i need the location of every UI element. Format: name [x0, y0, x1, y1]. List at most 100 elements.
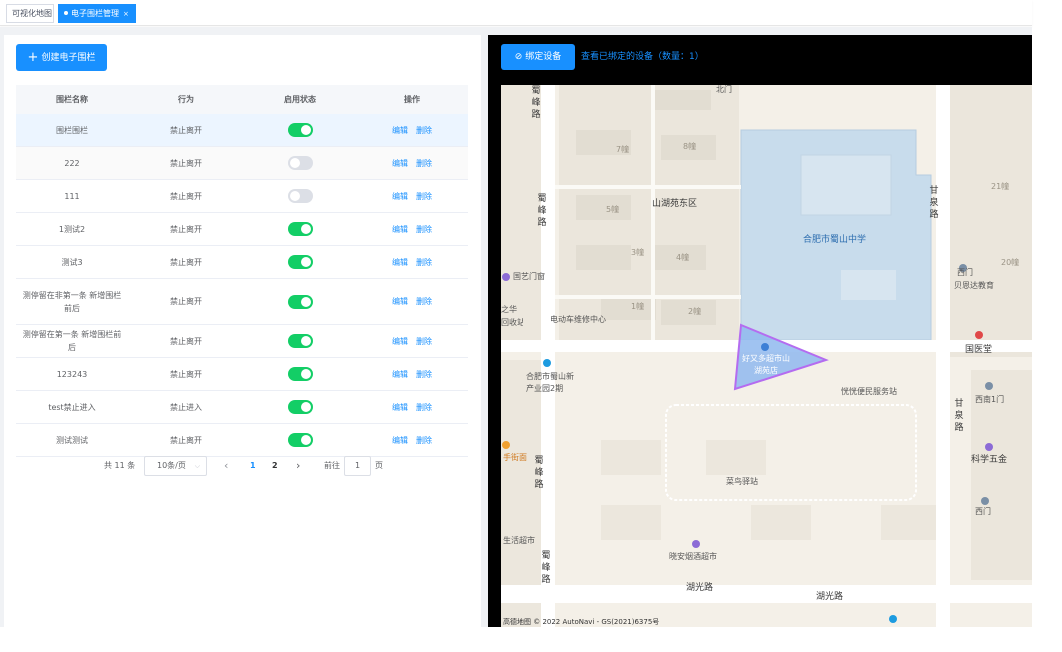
tab-label: 可视化地图	[12, 9, 52, 18]
enable-switch[interactable]	[287, 334, 313, 348]
delete-link[interactable]: 删除	[416, 124, 432, 137]
table-row[interactable]: 111 禁止离开 编辑 删除	[16, 180, 468, 213]
map-label-b1: 1幢	[631, 302, 645, 311]
map-label-road-shufeng-1: 蜀峰路	[531, 86, 541, 120]
table-row[interactable]: 测试测试 禁止离开 编辑 删除	[16, 424, 468, 457]
map-label-shouhu: 手街面	[503, 453, 527, 462]
operation-cell: 编辑 删除	[356, 213, 468, 245]
enable-switch[interactable]	[287, 400, 313, 414]
tab-fence-management[interactable]: 电子围栏管理 ×	[58, 4, 136, 23]
page-1-button[interactable]: 1	[250, 456, 256, 476]
edit-link[interactable]: 编辑	[392, 335, 408, 348]
column-header-action: 行为	[178, 95, 194, 104]
delete-link[interactable]: 删除	[416, 368, 432, 381]
map-label-west-gate: 西门	[957, 268, 973, 277]
table-row[interactable]: test禁止进入 禁止进入 编辑 删除	[16, 391, 468, 424]
plus-icon: +	[27, 50, 39, 65]
edit-link[interactable]: 编辑	[392, 368, 408, 381]
fence-name: 222	[64, 158, 80, 168]
tab-visual-map[interactable]: 可视化地图	[6, 4, 54, 23]
edit-link[interactable]: 编辑	[392, 256, 408, 269]
map-label-cainiao: 菜鸟驿站	[726, 477, 758, 486]
create-fence-label: 创建电子围栏	[41, 53, 96, 63]
table-row[interactable]: 222 禁止离开 编辑 删除	[16, 147, 468, 180]
fence-name: 123243	[56, 369, 88, 379]
table-row[interactable]: 测停留在第一条 新增围栏前后 禁止离开 编辑 删除	[16, 325, 468, 358]
switch-knob	[300, 296, 311, 307]
map-label-b8: 8幢	[683, 142, 697, 151]
map-view[interactable]: 北门 山湖苑东区 合肥市蜀山中学 7幢 8幢 5幢 3幢 4幢 1幢 2幢 蜀峰…	[501, 85, 1032, 627]
column-header-operation: 操作	[404, 95, 420, 104]
enable-switch[interactable]	[287, 156, 313, 170]
edit-link[interactable]: 编辑	[392, 401, 408, 414]
delete-link[interactable]: 删除	[416, 190, 432, 203]
fence-name: 测停留在非第一条 新增围栏前后	[22, 290, 122, 313]
fence-action: 禁止进入	[170, 402, 202, 412]
map-label-bookstore: 贝恩达教育	[954, 281, 994, 290]
map-panel: ⊘ 绑定设备 查看已绑定的设备（数量：1） 北门 山湖苑东区 合肥市蜀山中学 7…	[488, 35, 1032, 627]
enable-switch[interactable]	[287, 367, 313, 381]
enable-switch[interactable]	[287, 294, 313, 309]
tab-label: 电子围栏管理	[71, 9, 119, 18]
status-cell	[244, 279, 356, 324]
create-fence-button[interactable]: + 创建电子围栏	[16, 44, 107, 71]
table-row[interactable]: 围栏围栏 禁止离开 编辑 删除	[16, 114, 468, 147]
delete-link[interactable]: 删除	[416, 223, 432, 236]
edit-link[interactable]: 编辑	[392, 124, 408, 137]
enable-switch[interactable]	[287, 123, 313, 137]
edit-link[interactable]: 编辑	[392, 223, 408, 236]
map-label-fence-store: 好又多超市山湖苑店	[742, 354, 790, 375]
fence-action: 禁止离开	[170, 369, 202, 379]
switch-knob	[300, 402, 311, 412]
edit-link[interactable]: 编辑	[392, 157, 408, 170]
page-2-button[interactable]: 2	[272, 456, 278, 476]
switch-knob	[300, 125, 311, 135]
delete-link[interactable]: 删除	[416, 401, 432, 414]
operation-cell: 编辑 删除	[356, 279, 468, 324]
status-cell	[244, 114, 356, 146]
fence-action: 禁止离开	[170, 224, 202, 234]
fence-name: 测停留在第一条 新增围栏前后	[22, 330, 122, 352]
map-label-b5: 5幢	[606, 205, 620, 214]
table-row[interactable]: 1测试2 禁止离开 编辑 删除	[16, 213, 468, 246]
prev-page-button[interactable]: ‹	[224, 456, 228, 476]
enable-switch[interactable]	[287, 433, 313, 447]
view-bound-devices-link[interactable]: 查看已绑定的设备（数量：1）	[581, 44, 704, 70]
map-label-community: 山湖苑东区	[652, 199, 698, 209]
map-label-road-huguang-2: 湖光路	[816, 592, 844, 602]
map-label-guoyi: 国艺门窗	[513, 272, 545, 281]
map-label-south-gate2: 西门	[975, 507, 991, 516]
page-size-select[interactable]: 10条/页 ⌵	[144, 456, 207, 476]
delete-link[interactable]: 删除	[416, 256, 432, 269]
delete-link[interactable]: 删除	[416, 335, 432, 348]
delete-link[interactable]: 删除	[416, 157, 432, 170]
table-row[interactable]: 测停留在非第一条 新增围栏前后 禁止离开 编辑 删除	[16, 279, 468, 325]
edit-link[interactable]: 编辑	[392, 295, 408, 308]
operation-cell: 编辑 删除	[356, 325, 468, 357]
delete-link[interactable]: 删除	[416, 434, 432, 447]
table-header: 围栏名称 行为 启用状态 操作	[16, 85, 468, 114]
bind-device-button[interactable]: ⊘ 绑定设备	[501, 44, 575, 70]
table-row[interactable]: 测试3 禁止离开 编辑 删除	[16, 246, 468, 279]
fence-name: test禁止进入	[48, 402, 96, 412]
operation-cell: 编辑 删除	[356, 391, 468, 423]
map-label-service: 恍恍便民服务站	[841, 387, 897, 396]
delete-link[interactable]: 删除	[416, 295, 432, 308]
map-label-road-shufeng-3: 蜀峰路	[534, 456, 544, 490]
fence-name: 1测试2	[58, 224, 86, 234]
page-size-value: 10条/页	[157, 461, 186, 470]
edit-link[interactable]: 编辑	[392, 434, 408, 447]
status-cell	[244, 147, 356, 179]
enable-switch[interactable]	[287, 255, 313, 269]
next-page-button[interactable]: ›	[296, 456, 300, 476]
table-row[interactable]: 123243 禁止离开 编辑 删除	[16, 358, 468, 391]
fence-action: 禁止离开	[170, 125, 202, 135]
edit-link[interactable]: 编辑	[392, 190, 408, 203]
fence-action: 禁止离开	[170, 435, 202, 445]
enable-switch[interactable]	[287, 189, 313, 203]
goto-page-input[interactable]: 1	[344, 456, 371, 476]
enable-switch[interactable]	[287, 222, 313, 236]
close-icon[interactable]: ×	[123, 10, 129, 18]
map-label-b7: 7幢	[616, 145, 630, 154]
map-label-shoubu: 回收站	[501, 318, 523, 327]
